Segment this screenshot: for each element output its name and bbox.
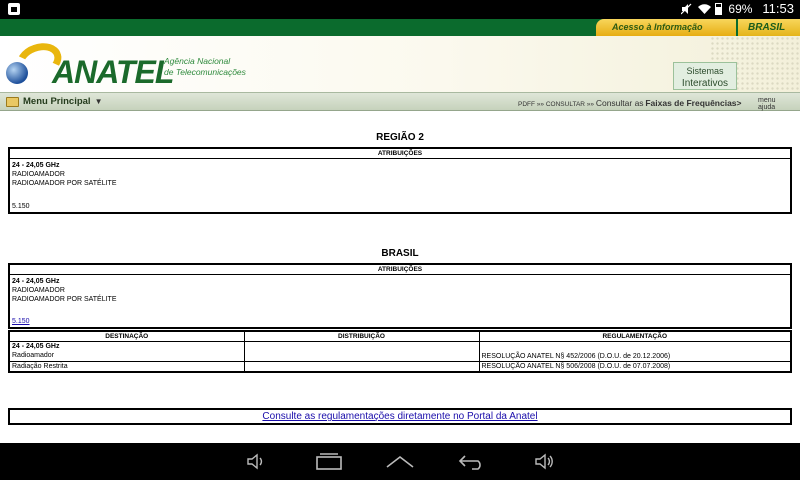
back-icon[interactable]: [458, 453, 486, 474]
regiao-title: REGIÃO 2: [376, 132, 424, 143]
volume-up-icon[interactable]: [534, 453, 554, 474]
recent-apps-icon[interactable]: [315, 453, 343, 474]
help-links: menu ajuda: [758, 97, 800, 111]
menu-principal-label: Menu Principal: [23, 96, 91, 107]
regiao-band: 24 - 24,05 GHz: [12, 162, 60, 169]
table-row: Radiação Restrita RESOLUÇÃO ANATEL N§ 50…: [8, 361, 792, 373]
regiao-line1: RADIOAMADOR: [12, 171, 65, 178]
destinacao-table: DESTINAÇÃO DISTRIBUIÇÃO REGULAMENTAÇÃO 2…: [8, 330, 792, 373]
brasil-atribuicoes-header: ATRIBUIÇÕES: [10, 265, 790, 275]
destinacao-value: Radioamador: [12, 352, 55, 359]
logo-subtitle-line2: de Telecomunicações: [164, 67, 246, 77]
anatel-logo[interactable]: ANATEL Agência Nacional de Telecomunicaç…: [4, 37, 254, 90]
breadcrumb-pdff[interactable]: PDFF: [518, 101, 535, 108]
regiao-line2: RADIOAMADOR POR SATÉLITE: [12, 180, 117, 187]
acesso-informacao-link[interactable]: Acesso à Informação: [596, 19, 736, 36]
logo-subtitle: Agência Nacional de Telecomunicações: [164, 56, 246, 78]
logo-text: ANATEL: [52, 54, 174, 90]
chevron-down-icon: ▼: [94, 97, 103, 106]
brasil-footnote-link[interactable]: 5.150: [12, 318, 30, 325]
consulte-portal-link[interactable]: Consulte as regulamentações diretamente …: [262, 411, 537, 422]
breadcrumb-consultar-as: Consultar as: [595, 98, 644, 108]
android-nav-bar: [0, 443, 800, 480]
notification-icon: [8, 3, 20, 15]
logo-subtitle-line1: Agência Nacional: [164, 56, 231, 66]
brasil-atribuicoes-body: 24 - 24,05 GHz RADIOAMADOR RADIOAMADOR P…: [10, 275, 790, 306]
sistemas-interativos-button[interactable]: Sistemas Interativos: [673, 62, 737, 90]
battery-percent: 69%: [728, 1, 753, 16]
distribuicao-value: [243, 361, 480, 373]
regiao-atribuicoes-header: ATRIBUIÇÕES: [10, 149, 790, 159]
brasil-band: 24 - 24,05 GHz: [12, 278, 60, 285]
battery-icon: [715, 2, 723, 15]
logo-globe-icon: [6, 62, 28, 84]
table-band: 24 - 24,05 GHz: [12, 343, 60, 350]
brasil-atribuicoes-box: ATRIBUIÇÕES 24 - 24,05 GHz RADIOAMADOR R…: [8, 263, 792, 329]
breadcrumb-consultar[interactable]: CONSULTAR: [546, 101, 585, 108]
clock: 11:53: [762, 1, 794, 16]
gov-top-bar: Acesso à Informação BRASIL: [0, 19, 800, 36]
menu-principal-button[interactable]: Menu Principal ▼: [6, 96, 103, 107]
regiao-atribuicoes-box: ATRIBUIÇÕES 24 - 24,05 GHz RADIOAMADOR R…: [8, 147, 792, 214]
breadcrumb-current: Faixas de Frequências>: [645, 98, 742, 108]
regulamentacao-value: RESOLUÇÃO ANATEL N§ 452/2006 (D.O.U. de …: [481, 353, 671, 360]
regiao-footnote: 5.150: [12, 203, 30, 210]
interativos-label: Interativos: [681, 78, 729, 89]
breadcrumb-separator: »»: [586, 101, 595, 108]
android-status-bar: 69% 11:53: [0, 0, 800, 19]
volume-down-icon[interactable]: [246, 453, 264, 474]
brasil-link[interactable]: BRASIL: [738, 19, 800, 36]
table-cell: RESOLUÇÃO ANATEL N§ 452/2006 (D.O.U. de …: [478, 341, 792, 362]
table-row: 24 - 24,05 GHz Radioamador RESOLUÇÃO ANA…: [8, 341, 792, 362]
regulamentacao-value: RESOLUÇÃO ANATEL N§ 506/2008 (D.O.U. de …: [478, 361, 792, 373]
consulte-box: Consulte as regulamentações diretamente …: [8, 408, 792, 425]
home-icon[interactable]: [386, 453, 414, 474]
breadcrumb: PDFF »» CONSULTAR »» Consultar as Faixas…: [518, 98, 742, 108]
table-header-row: DESTINAÇÃO DISTRIBUIÇÃO REGULAMENTAÇÃO: [8, 330, 792, 342]
distribuicao-value: [243, 341, 480, 362]
sistemas-label: Sistemas: [686, 66, 724, 76]
help-menu-link[interactable]: menu: [758, 97, 776, 104]
status-icons: 69% 11:53: [680, 1, 794, 16]
wifi-icon: [698, 3, 712, 15]
destinacao-value: Radiação Restrita: [8, 361, 245, 373]
col-distribuicao: DISTRIBUIÇÃO: [243, 330, 480, 342]
folder-icon: [6, 96, 19, 107]
menu-bar: Menu Principal ▼ PDFF »» CONSULTAR »» Co…: [0, 92, 800, 111]
site-header: ANATEL Agência Nacional de Telecomunicaç…: [0, 36, 800, 92]
brasil-line2: RADIOAMADOR POR SATÉLITE: [12, 296, 117, 303]
brasil-line1: RADIOAMADOR: [12, 287, 65, 294]
mute-icon: [680, 3, 692, 15]
table-cell: 24 - 24,05 GHz Radioamador: [8, 341, 245, 362]
breadcrumb-separator: »»: [536, 101, 545, 108]
col-regulamentacao: REGULAMENTAÇÃO: [478, 330, 792, 342]
help-ajuda-link[interactable]: ajuda: [758, 104, 775, 111]
regiao-atribuicoes-body: 24 - 24,05 GHz RADIOAMADOR RADIOAMADOR P…: [10, 159, 790, 190]
col-destinacao: DESTINAÇÃO: [8, 330, 245, 342]
brasil-title: BRASIL: [381, 248, 419, 259]
